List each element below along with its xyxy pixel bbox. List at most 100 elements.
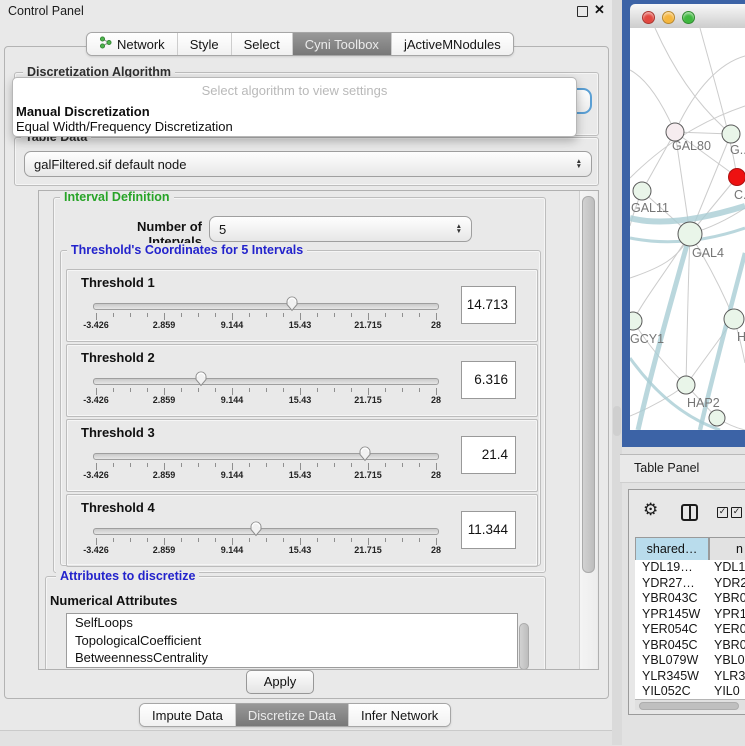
algorithm-placeholder-option[interactable]: Select algorithm to view settings	[13, 83, 576, 98]
slider-tick-label: 21.715	[354, 320, 382, 330]
table-hscrollbar-track[interactable]	[635, 699, 745, 710]
close-traffic-light[interactable]	[642, 11, 655, 24]
tab-discretize-data[interactable]: Discretize Data	[236, 704, 349, 726]
slider-track[interactable]	[93, 378, 439, 385]
threshold-value-field[interactable]: 14.713	[461, 286, 516, 324]
slider-tick	[181, 538, 182, 542]
attribute-item-topologicalcoefficient[interactable]: TopologicalCoefficient	[67, 632, 517, 650]
slider-tick	[436, 538, 437, 545]
table-row[interactable]: YBR043CYBR0	[635, 591, 745, 607]
tab-jactivemnodules[interactable]: jActiveMNodules	[392, 33, 513, 55]
table-row[interactable]: YIL052CYIL0	[635, 684, 745, 700]
checkbox-icon[interactable]: ✓	[731, 507, 742, 518]
slider-tick	[130, 538, 131, 542]
columns-icon[interactable]	[681, 504, 698, 521]
slider-tick-label: -3.426	[83, 320, 109, 330]
slider-tick-label: 15.43	[289, 320, 312, 330]
control-panel-window: Control Panel ✕ NetworkStyleSelectCyni T…	[0, 0, 613, 745]
maximize-traffic-light[interactable]	[682, 11, 695, 24]
slider-track[interactable]	[93, 453, 439, 460]
slider-tick-label: 2.859	[153, 470, 176, 480]
cell-name: YBR0	[709, 638, 745, 654]
threshold-value-field[interactable]: 6.316	[461, 361, 516, 399]
tab-select[interactable]: Select	[232, 33, 293, 55]
combobox-arrows-icon: ▲▼	[456, 224, 462, 235]
network-node-c[interactable]	[729, 169, 745, 186]
slider-tick	[215, 538, 216, 542]
network-node-gcy1[interactable]	[630, 312, 642, 330]
table-row[interactable]: YER054CYER0	[635, 622, 745, 638]
table-row[interactable]: YDR27…YDR2	[635, 576, 745, 592]
tab-label: Network	[117, 37, 165, 52]
number-of-intervals-combobox[interactable]: 5 ▲▼	[209, 216, 472, 242]
slider-tick	[266, 463, 267, 467]
table-row[interactable]: YDL19…YDL1	[635, 560, 745, 576]
network-node-gal4[interactable]	[678, 222, 702, 246]
float-window-icon[interactable]	[577, 6, 588, 17]
slider-thumb[interactable]	[358, 445, 372, 462]
slider-tick	[249, 388, 250, 392]
network-edge	[630, 70, 675, 132]
table-row[interactable]: YPR145WYPR1	[635, 607, 745, 623]
column-header-2[interactable]: n	[709, 538, 745, 560]
minimize-traffic-light[interactable]	[662, 11, 675, 24]
checkbox-icon[interactable]: ✓	[717, 507, 728, 518]
network-node-gal11[interactable]	[633, 182, 651, 200]
numerical-attributes-list[interactable]: SelfLoopsTopologicalCoefficientBetweenne…	[66, 613, 518, 668]
tab-style[interactable]: Style	[178, 33, 232, 55]
table-row[interactable]: YLR345WYLR3	[635, 669, 745, 685]
panel-divider[interactable]	[612, 0, 622, 745]
network-canvas[interactable]: GAL80G...C...GAL11GAL4GCY1H...HAP2	[630, 28, 745, 430]
cell-shared-name: YER054C	[635, 622, 709, 638]
pane-scrollbar-thumb[interactable]	[582, 196, 595, 573]
column-header-1[interactable]: shared…	[635, 538, 709, 560]
algorithm-dropdown-popup: Select algorithm to view settings Manual…	[12, 77, 577, 137]
slider-track[interactable]	[93, 528, 439, 535]
gear-icon[interactable]: ⚙	[643, 500, 658, 520]
network-node-label: C...	[734, 188, 745, 202]
network-node-h[interactable]	[724, 309, 744, 329]
table-row[interactable]: YBL079WYBL0	[635, 653, 745, 669]
threshold-value-field[interactable]: 11.344	[461, 511, 516, 549]
slider-thumb[interactable]	[194, 370, 208, 387]
tab-impute-data[interactable]: Impute Data	[140, 704, 236, 726]
network-edge	[633, 234, 690, 321]
network-edge	[642, 132, 675, 191]
close-icon[interactable]: ✕	[594, 2, 605, 18]
threshold-label: Threshold 1	[81, 275, 155, 290]
tab-label: Cyni Toolbox	[305, 37, 379, 52]
attribute-item-betweennesscentrality[interactable]: BetweennessCentrality	[67, 649, 517, 667]
table-hscrollbar-thumb[interactable]	[639, 702, 739, 711]
network-node-g[interactable]	[722, 125, 740, 143]
slider-tick	[130, 463, 131, 467]
slider-thumb[interactable]	[249, 520, 263, 537]
slider-tick	[181, 388, 182, 392]
network-node-hap2[interactable]	[677, 376, 695, 394]
slider-track[interactable]	[93, 303, 439, 310]
network-window-titlebar[interactable]	[630, 4, 745, 29]
slider-tick	[283, 463, 284, 467]
cell-name: YDR2	[709, 576, 745, 592]
attribute-item-selfloops[interactable]: SelfLoops	[67, 614, 517, 632]
settings-scroll-pane: Interval Definition Number of Intervals …	[38, 190, 599, 670]
attributes-list-scrollbar[interactable]	[519, 623, 529, 670]
window-bottom-edge	[0, 730, 612, 746]
slider-tick	[147, 313, 148, 317]
cell-name: YDL1	[709, 560, 745, 576]
table-row[interactable]: YBR045CYBR0	[635, 638, 745, 654]
threshold-value-field[interactable]: 21.4	[461, 436, 516, 474]
table-data-combobox[interactable]: galFiltered.sif default node ▲▼	[24, 151, 592, 177]
tab-infer-network[interactable]: Infer Network	[349, 704, 450, 726]
tab-cyni-toolbox[interactable]: Cyni Toolbox	[293, 33, 392, 55]
slider-tick	[300, 463, 301, 470]
apply-button[interactable]: Apply	[246, 670, 314, 694]
panel-divider-handle[interactable]	[613, 406, 621, 436]
slider-thumb[interactable]	[285, 295, 299, 312]
slider-tick	[164, 388, 165, 395]
tab-network[interactable]: Network	[87, 33, 178, 55]
algorithm-option-equal-width-frequency-discretization[interactable]: Equal Width/Frequency Discretization	[16, 119, 233, 134]
threshold-label: Threshold 4	[81, 500, 155, 515]
slider-tick	[317, 313, 318, 317]
algorithm-option-manual-discretization[interactable]: Manual Discretization	[16, 104, 150, 119]
network-node[interactable]	[709, 410, 725, 426]
